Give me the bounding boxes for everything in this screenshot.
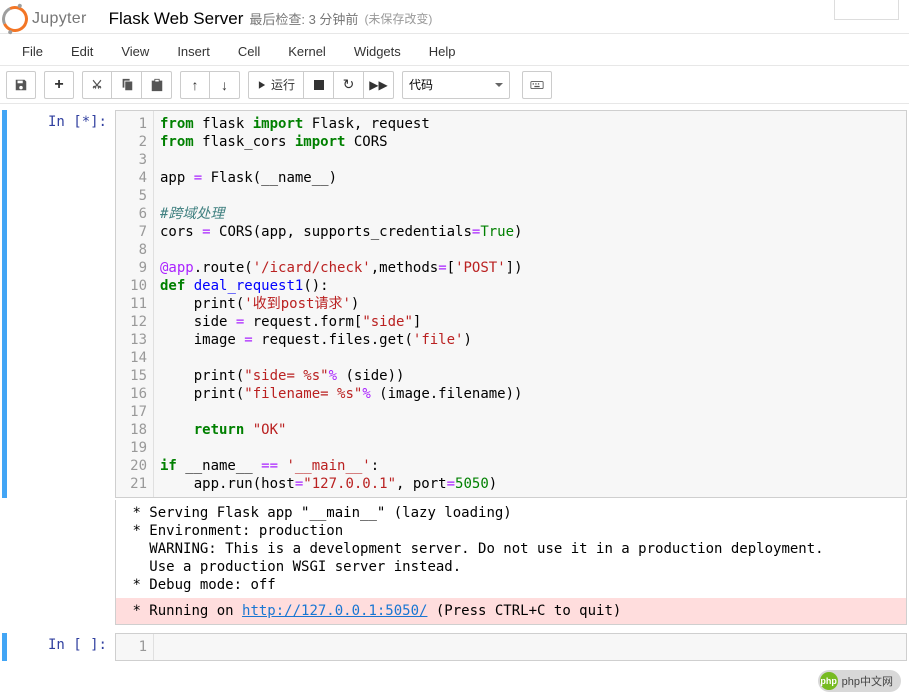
menu-file[interactable]: File xyxy=(8,38,57,65)
notebook-title[interactable]: Flask Web Server xyxy=(109,9,244,29)
play-icon xyxy=(257,80,267,90)
run-button[interactable]: 运行 xyxy=(248,71,304,99)
input-prompt: In [*]: xyxy=(7,110,115,498)
menu-kernel[interactable]: Kernel xyxy=(274,38,340,65)
copy-button[interactable] xyxy=(112,71,142,99)
celltype-select[interactable]: 代码 xyxy=(402,71,510,99)
save-icon xyxy=(14,78,28,92)
menu-help[interactable]: Help xyxy=(415,38,470,65)
arrow-down-icon: ↓ xyxy=(221,77,228,93)
input-area[interactable]: 1 xyxy=(115,633,907,661)
interrupt-button[interactable] xyxy=(304,71,334,99)
output-stdout: * Serving Flask app "__main__" (lazy loa… xyxy=(116,500,906,598)
code-editor[interactable]: from flask import Flask, request from fl… xyxy=(154,111,906,497)
menu-view[interactable]: View xyxy=(107,38,163,65)
add-cell-button[interactable]: + xyxy=(44,71,74,99)
watermark-logo-icon: php xyxy=(820,672,838,690)
command-palette-button[interactable] xyxy=(522,71,552,99)
save-button[interactable] xyxy=(6,71,36,99)
menu-edit[interactable]: Edit xyxy=(57,38,107,65)
plus-icon: + xyxy=(54,76,63,94)
refresh-icon: ↻ xyxy=(343,76,355,93)
restart-button[interactable]: ↻ xyxy=(334,71,364,99)
cut-button[interactable] xyxy=(82,71,112,99)
move-down-button[interactable]: ↓ xyxy=(210,71,240,99)
menu-bar: File Edit View Insert Cell Kernel Widget… xyxy=(0,34,909,66)
menu-widgets[interactable]: Widgets xyxy=(340,38,415,65)
output-stderr: * Running on http://127.0.0.1:5050/ (Pre… xyxy=(116,598,906,624)
output-area: * Serving Flask app "__main__" (lazy loa… xyxy=(115,500,907,625)
restart-run-all-button[interactable]: ▶▶ xyxy=(364,71,394,99)
toolbar: + ↑ ↓ 运行 ↻ ▶▶ 代码 xyxy=(0,66,909,104)
code-editor[interactable] xyxy=(154,634,906,660)
jupyter-logo[interactable]: Jupyter xyxy=(0,6,95,32)
checkpoint-status: 最后检查: 3 分钟前 xyxy=(249,9,358,28)
watermark-text: php中文网 xyxy=(842,673,893,689)
input-area[interactable]: 1 2 3 4 5 6 7 8 9 10 11 12 13 14 15 16 1… xyxy=(115,110,907,498)
server-url-link[interactable]: http://127.0.0.1:5050/ xyxy=(242,603,427,619)
jupyter-logo-icon xyxy=(0,2,32,35)
header-right-button[interactable] xyxy=(834,0,899,20)
input-prompt: In [ ]: xyxy=(7,633,115,661)
code-cell-1[interactable]: In [*]: 1 2 3 4 5 6 7 8 9 10 11 12 13 14… xyxy=(2,110,907,498)
menu-insert[interactable]: Insert xyxy=(163,38,224,65)
code-cell-2[interactable]: In [ ]: 1 xyxy=(2,633,907,661)
keyboard-icon xyxy=(530,78,544,92)
run-label: 运行 xyxy=(271,76,295,93)
autosave-status: (未保存改变) xyxy=(364,10,432,27)
celltype-value: 代码 xyxy=(409,76,433,93)
line-gutter: 1 xyxy=(116,634,154,660)
move-up-button[interactable]: ↑ xyxy=(180,71,210,99)
scissors-icon xyxy=(90,78,104,92)
paste-button[interactable] xyxy=(142,71,172,99)
fast-forward-icon: ▶▶ xyxy=(369,78,387,92)
jupyter-logo-text: Jupyter xyxy=(32,10,87,28)
paste-icon xyxy=(150,78,164,92)
line-gutter: 1 2 3 4 5 6 7 8 9 10 11 12 13 14 15 16 1… xyxy=(116,111,154,497)
watermark: php php中文网 xyxy=(818,670,901,692)
notebook-area: In [*]: 1 2 3 4 5 6 7 8 9 10 11 12 13 14… xyxy=(0,104,909,673)
header-bar: Jupyter Flask Web Server 最后检查: 3 分钟前 (未保… xyxy=(0,0,909,34)
menu-cell[interactable]: Cell xyxy=(224,38,274,65)
copy-icon xyxy=(120,78,134,92)
arrow-up-icon: ↑ xyxy=(192,77,199,93)
stop-icon xyxy=(314,80,324,90)
